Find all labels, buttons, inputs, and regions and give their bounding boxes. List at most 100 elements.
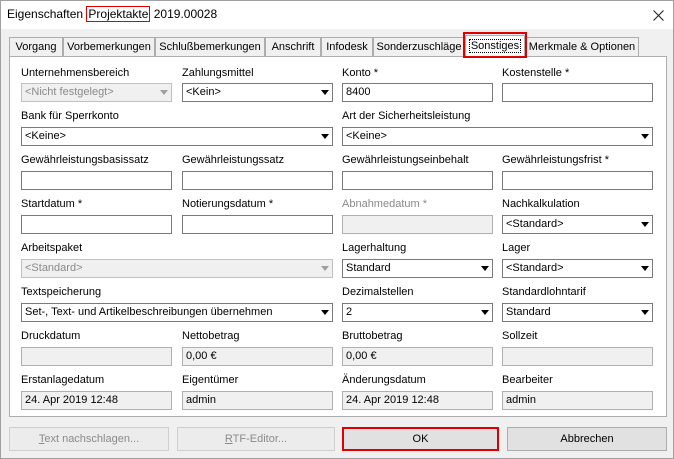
title-suffix: 2019.00028 [150,7,218,21]
notierungsdatum-input[interactable] [182,215,333,234]
bearbeiter-field: admin [502,391,653,410]
standardlohntarif-combo[interactable]: Standard [502,303,653,322]
eigentuemer-field: admin [182,391,333,410]
tab-anschrift[interactable]: Anschrift [265,37,321,57]
chevron-down-icon[interactable] [317,304,332,321]
label-kostenstelle: Kostenstelle * [502,67,570,79]
title-highlight: Projektakte [86,6,151,22]
lagerhaltung-combo[interactable]: Standard [342,259,493,278]
label-nachkalkulation: Nachkalkulation [502,198,580,210]
tab-vorgang[interactable]: Vorgang [9,37,63,57]
abbrechen-button[interactable]: Abbrechen [507,427,667,451]
window-title: Eigenschaften Projektakte 2019.00028 [7,6,218,22]
art-sicherheitsleistung-combo[interactable]: <Keine> [342,127,653,146]
button-label: ext nachschlagen... [44,433,140,445]
gewaehrleistungseinbehalt-input[interactable] [342,171,493,190]
label-aenderungsdatum: Änderungsdatum [342,374,426,386]
gewaehrleistungsbasissatz-input[interactable] [21,171,172,190]
sollzeit-field [502,347,653,366]
label-druckdatum: Druckdatum [21,330,81,342]
ok-button[interactable]: OK [342,427,499,451]
combo-value: Standard [506,306,551,318]
erstanlagedatum-field: 24. Apr 2019 12:48 [21,391,172,410]
combo-value: Set-, Text- und Artikelbeschreibungen üb… [25,306,273,318]
unternehmensbereich-combo: <Nicht festgelegt> [21,83,172,102]
label-notierungsdatum: Notierungsdatum * [182,198,274,210]
label-erstanlagedatum: Erstanlagedatum [21,374,105,386]
startdatum-input[interactable] [21,215,172,234]
dezimalstellen-combo[interactable]: 2 [342,303,493,322]
konto-input[interactable]: 8400 [342,83,493,102]
label-startdatum: Startdatum * [21,198,83,210]
chevron-down-icon[interactable] [637,216,652,233]
label-eigentuemer: Eigentümer [182,374,239,386]
bank-sperrkonto-combo[interactable]: <Keine> [21,127,333,146]
tab-label: Infodesk [326,41,368,53]
text-nachschlagen-button: Text nachschlagen... [9,427,169,451]
tab-label: Vorgang [15,41,57,53]
combo-value: <Keine> [25,130,66,142]
properties-dialog: Eigenschaften Projektakte 2019.00028 Vor… [0,0,674,459]
tab-infodesk[interactable]: Infodesk [321,37,373,57]
close-button[interactable] [643,1,673,29]
tab-label: Sonstiges [468,39,522,53]
gewaehrleistungssatz-input[interactable] [182,171,333,190]
label-bruttobetrag: Bruttobetrag [342,330,403,342]
tab-label: Schlußbemerkungen [159,41,261,53]
chevron-down-icon[interactable] [317,128,332,145]
tab-sonstiges[interactable]: Sonstiges [465,35,525,57]
close-icon [652,9,664,21]
label-art-sicherheitsleistung: Art der Sicherheitsleistung [342,110,471,122]
label-unternehmensbereich: Unternehmensbereich [21,67,130,79]
label-lager: Lager [502,242,531,254]
combo-value: Standard [346,262,391,274]
label-dezimalstellen: Dezimalstellen [342,286,414,298]
kostenstelle-input[interactable] [502,83,653,102]
tab-vorbemerkungen[interactable]: Vorbemerkungen [63,37,155,57]
chevron-down-icon[interactable] [477,304,492,321]
arbeitspaket-combo: <Standard> [21,259,333,278]
tab-label: Sonderzuschläge [376,41,462,53]
label-sollzeit: Sollzeit [502,330,538,342]
label-konto: Konto * [342,67,379,79]
label-bank-sperrkonto: Bank für Sperrkonto [21,110,119,122]
label-gewaehrleistungssatz: Gewährleistungssatz [182,154,285,166]
label-gewaehrleistungsbasissatz: Gewährleistungsbasissatz [21,154,149,166]
gewaehrleistungsfrist-input[interactable] [502,171,653,190]
combo-value: <Standard> [25,262,83,274]
tab-merkmale-optionen[interactable]: Merkmale & Optionen [525,37,639,57]
label-nettobetrag: Nettobetrag [182,330,240,342]
title-bar: Eigenschaften Projektakte 2019.00028 [1,1,673,29]
tab-schlussbemerkungen[interactable]: Schlußbemerkungen [155,37,265,57]
chevron-down-icon[interactable] [317,84,332,101]
rtf-editor-button: RTF-Editor... [177,427,335,451]
chevron-down-icon [156,84,171,101]
chevron-down-icon[interactable] [477,260,492,277]
chevron-down-icon [317,260,332,277]
button-mnemonic: R [224,433,233,445]
label-arbeitspaket: Arbeitspaket [21,242,83,254]
abnahmedatum-input [342,215,493,234]
chevron-down-icon[interactable] [637,128,652,145]
tab-label: Merkmale & Optionen [528,41,636,53]
nachkalkulation-combo[interactable]: <Standard> [502,215,653,234]
combo-value: <Standard> [506,218,564,230]
chevron-down-icon[interactable] [637,260,652,277]
zahlungsmittel-combo[interactable]: <Kein> [182,83,333,102]
label-textspeicherung: Textspeicherung [21,286,102,298]
label-gewaehrleistungsfrist: Gewährleistungsfrist * [502,154,609,166]
label-gewaehrleistungseinbehalt: Gewährleistungseinbehalt [342,154,469,166]
combo-value: <Standard> [506,262,564,274]
lager-combo[interactable]: <Standard> [502,259,653,278]
textspeicherung-combo[interactable]: Set-, Text- und Artikelbeschreibungen üb… [21,303,333,322]
label-bearbeiter: Bearbeiter [502,374,553,386]
tab-sonderzuschlaege[interactable]: Sonderzuschläge [373,37,465,57]
label-standardlohntarif: Standardlohntarif [502,286,586,298]
aenderungsdatum-field: 24. Apr 2019 12:48 [342,391,493,410]
tab-label: Anschrift [271,41,315,53]
combo-value: <Nicht festgelegt> [25,86,114,98]
nettobetrag-field: 0,00 € [182,347,333,366]
tab-label: Vorbemerkungen [67,41,151,53]
combo-value: <Keine> [346,130,387,142]
chevron-down-icon[interactable] [637,304,652,321]
